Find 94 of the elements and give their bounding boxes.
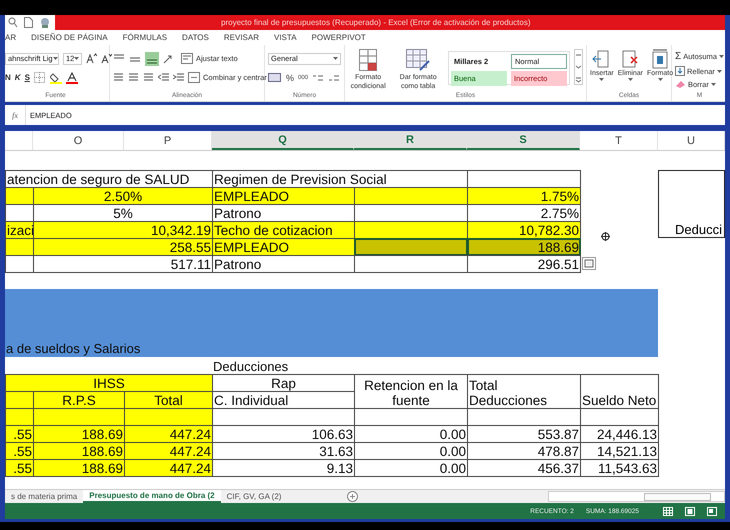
ribbon-tab[interactable]: DISEÑO DE PÁGINA <box>31 33 108 42</box>
table-cell: 447.24 <box>124 459 213 477</box>
table-cell: 447.24 <box>124 425 213 443</box>
paste-options-icon[interactable] <box>582 257 596 270</box>
grow-font-icon[interactable] <box>86 53 98 64</box>
caret-icon[interactable] <box>710 83 716 86</box>
align-right-icon[interactable] <box>143 73 154 82</box>
table-cell: 11,543.63 <box>580 459 659 477</box>
table-cell: Total <box>124 391 213 409</box>
caret-icon[interactable] <box>658 78 663 81</box>
eraser-icon <box>675 80 686 89</box>
function-button[interactable]: fx <box>5 110 25 120</box>
caret-icon[interactable] <box>52 57 58 60</box>
add-sheet-icon[interactable] <box>347 491 358 502</box>
column-header[interactable]: T <box>580 131 658 150</box>
page-layout-icon[interactable] <box>685 506 695 516</box>
new-document-icon[interactable] <box>24 17 33 28</box>
wrap-icon <box>181 53 193 64</box>
table-brush-icon <box>406 49 430 71</box>
ribbon-tab[interactable]: POWERPIVOT <box>312 33 366 42</box>
caret-icon[interactable] <box>333 57 338 60</box>
table-cell: 10,342.19 <box>33 221 213 239</box>
page-break-icon[interactable] <box>707 506 717 516</box>
table-cell: EMPLEADO <box>212 238 355 256</box>
move-cursor-icon <box>601 232 610 241</box>
ribbon-tab[interactable]: DATOS <box>182 33 209 42</box>
caret-icon[interactable] <box>718 55 724 58</box>
table-cell: 188.69 <box>33 442 125 460</box>
align-left-icon[interactable] <box>113 73 124 82</box>
increase-decimal-icon[interactable] <box>312 72 324 82</box>
window-title: proyecto final de presupuestos (Recuperado) - Excel (Error de activación de productos) <box>221 18 530 27</box>
table-cell: .55 <box>5 442 34 460</box>
percent-button[interactable]: % <box>286 72 294 82</box>
table-cell: 188.69 <box>33 459 125 477</box>
table-cell: 188.69 <box>33 425 125 443</box>
table-cell: Techo de cotizacion <box>212 221 355 239</box>
table-cell: Deducci <box>658 170 725 238</box>
shrink-font-icon[interactable] <box>101 53 112 64</box>
table-cell: atencion de seguro de SALUD <box>5 170 213 188</box>
align-center-icon[interactable] <box>128 73 139 82</box>
table-cell: Sueldo Neto <box>580 374 659 409</box>
normal-view-icon[interactable] <box>663 506 673 516</box>
text-style-button[interactable]: S <box>24 73 30 82</box>
sheet-tab[interactable]: Presupuesto de mano de Obra (2 <box>83 490 221 503</box>
table-cell: 1.75% <box>467 187 581 205</box>
ribbon-tab[interactable]: AR <box>5 33 16 42</box>
table-cell: IHSS <box>5 374 213 392</box>
gallery-scroll-icon[interactable] <box>574 49 583 85</box>
text-style-button[interactable]: N <box>5 73 11 82</box>
table-cell: 296.51 <box>467 255 581 273</box>
borders-icon[interactable] <box>34 72 46 83</box>
caret-icon[interactable] <box>74 57 80 60</box>
caret-icon[interactable] <box>599 78 604 81</box>
column-header[interactable]: U <box>658 131 725 150</box>
table-cell-text: Deducciones <box>213 358 290 374</box>
down-arrow-icon <box>675 66 685 76</box>
increase-indent-icon[interactable] <box>173 73 184 82</box>
sheet-tab[interactable]: CIF, GV, GA (2) <box>220 490 288 503</box>
horizontal-scrollbar[interactable] <box>548 491 725 502</box>
column-header[interactable]: O <box>33 131 124 150</box>
delete-icon <box>620 49 640 69</box>
table-icon <box>359 49 378 71</box>
table-cell: Rap <box>212 374 355 392</box>
caret-icon[interactable] <box>716 70 722 72</box>
table-cell: R.P.S <box>33 391 125 409</box>
fill-color-icon[interactable] <box>50 72 62 84</box>
column-header[interactable]: S <box>467 131 580 150</box>
format-icon <box>650 49 670 69</box>
table-cell: 188.69 <box>467 238 581 256</box>
column-header[interactable]: R <box>354 131 467 150</box>
title-banner: a de sueldos y Salarios <box>5 289 658 357</box>
magnifier-icon[interactable] <box>8 17 18 28</box>
ribbon-tab[interactable]: VISTA <box>274 33 297 42</box>
column-header[interactable]: Q <box>212 131 354 150</box>
table-cell: 2.50% <box>33 187 213 205</box>
font-color-icon[interactable] <box>66 72 78 84</box>
table-cell: 447.24 <box>124 442 213 460</box>
table-cell: EMPLEADO <box>212 187 355 205</box>
ribbon-tab[interactable]: FÓRMULAS <box>122 33 168 42</box>
ribbon-tab[interactable]: REVISAR <box>224 33 259 42</box>
merge-icon <box>188 72 200 83</box>
table-cell: .55 <box>5 459 34 477</box>
sheet-tab[interactable]: s de materia prima <box>5 490 84 503</box>
table-cell: .55 <box>5 425 34 443</box>
text-style-button[interactable]: K <box>14 73 21 82</box>
decrease-decimal-icon[interactable] <box>328 72 340 82</box>
caret-icon[interactable] <box>628 78 633 81</box>
align-bottom-icon[interactable] <box>145 52 159 66</box>
table-cell: 10,782.30 <box>467 221 581 239</box>
table-cell: izaci <box>5 221 34 239</box>
table-cell: Regimen de Prevision Social <box>212 170 468 188</box>
decrease-indent-icon[interactable] <box>158 73 169 82</box>
table-cell: 258.55 <box>33 238 213 256</box>
currency-icon[interactable] <box>268 72 282 83</box>
